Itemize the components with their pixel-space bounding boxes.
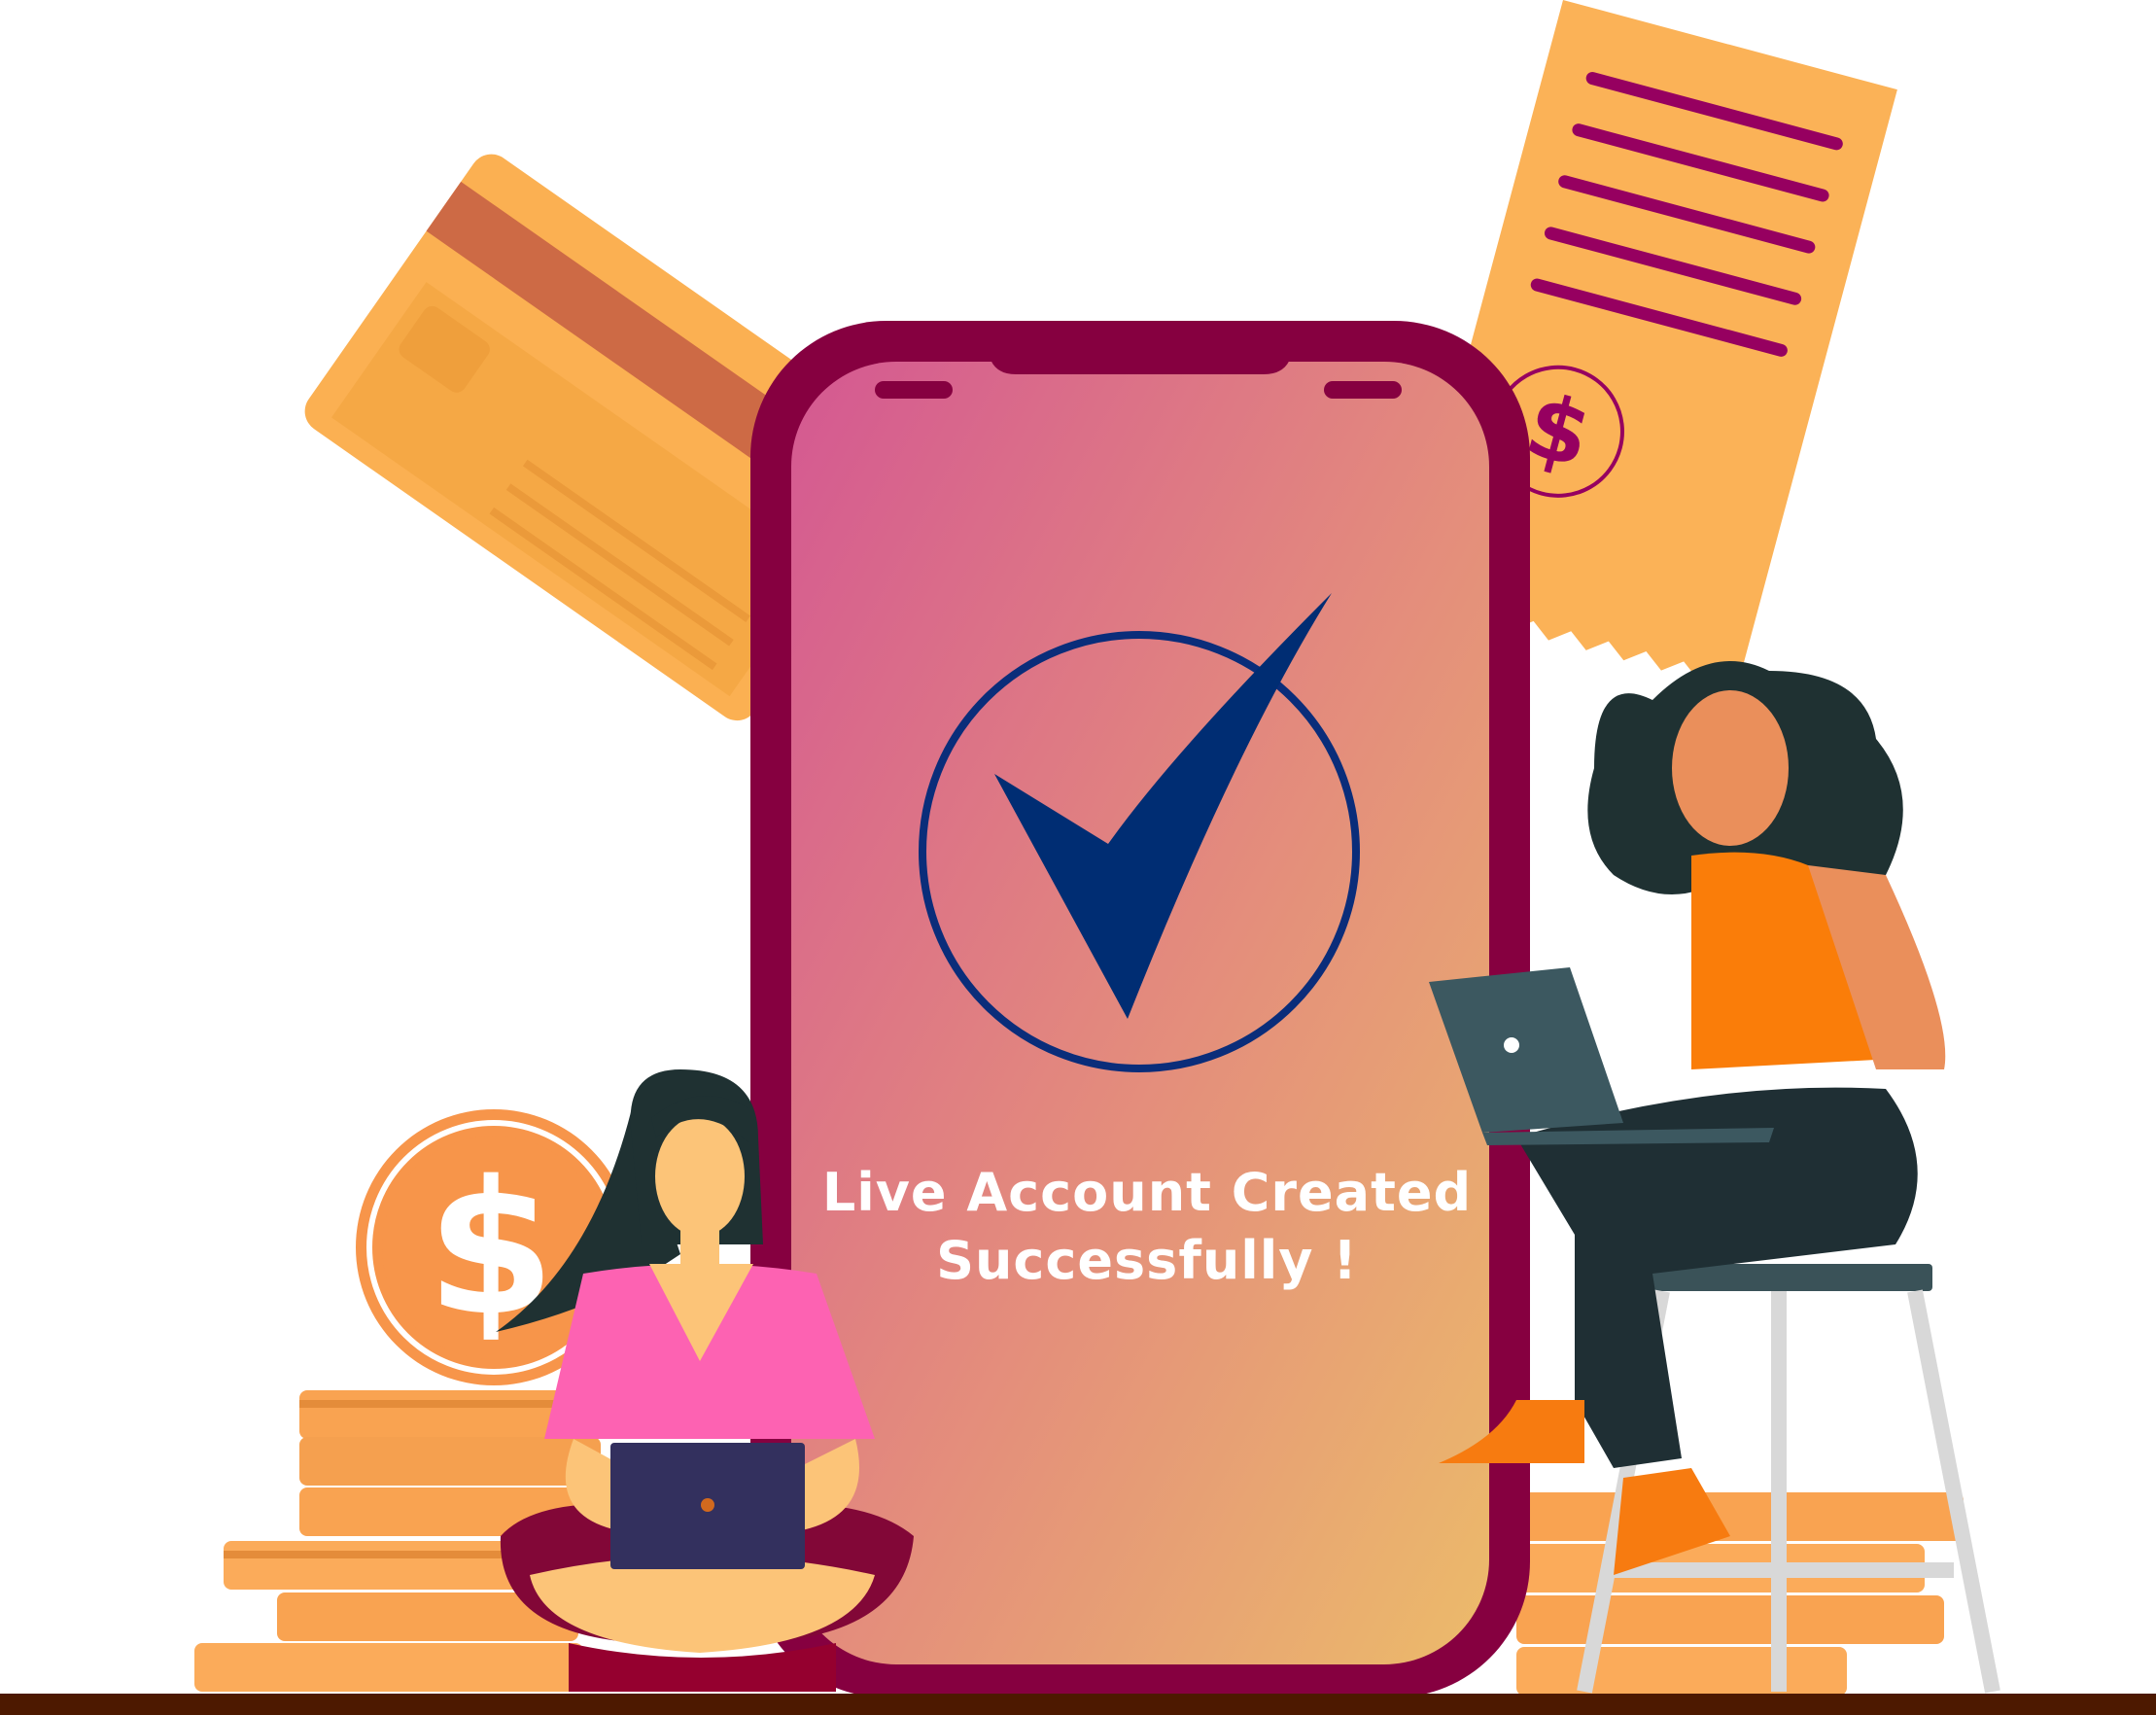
success-message-line-2: Successfully ! — [936, 1230, 1358, 1291]
svg-text:$: $ — [427, 1141, 555, 1356]
ground-line — [0, 1694, 2156, 1715]
phone-device — [750, 321, 1530, 1698]
illustration-scene: $ $ — [0, 0, 2156, 1715]
success-message-line-1: Live Account Created — [821, 1162, 1473, 1223]
